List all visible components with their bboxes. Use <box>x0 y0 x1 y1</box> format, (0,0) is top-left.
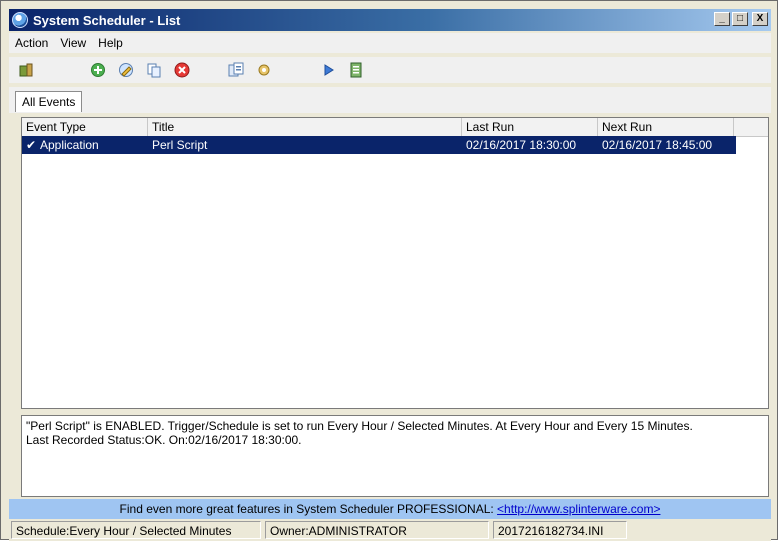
title-bar[interactable]: System Scheduler - List _ □ X <box>9 9 771 31</box>
promo-text: Find even more great features in System … <box>119 502 498 516</box>
window-title: System Scheduler - List <box>33 12 181 28</box>
view-icon[interactable] <box>227 61 245 79</box>
status-schedule: Schedule:Every Hour / Selected Minutes <box>11 521 261 539</box>
close-button[interactable]: X <box>752 12 768 26</box>
clock-icon <box>12 12 28 28</box>
log-icon[interactable] <box>347 61 365 79</box>
run-icon[interactable] <box>319 61 337 79</box>
copy-icon[interactable] <box>145 61 163 79</box>
add-icon[interactable] <box>89 61 107 79</box>
column-event-type[interactable]: Event Type <box>22 118 148 136</box>
tab-all-events[interactable]: All Events <box>15 91 83 112</box>
exit-icon[interactable] <box>17 61 35 79</box>
tab-strip: All Events <box>9 87 771 113</box>
menu-help[interactable]: Help <box>92 36 129 50</box>
promo-banner: Find even more great features in System … <box>9 499 771 519</box>
description-line-2: Last Recorded Status:OK. On:02/16/2017 1… <box>26 433 302 447</box>
app-window: System Scheduler - List _ □ X Action Vie… <box>0 0 778 541</box>
status-bar: Schedule:Every Hour / Selected Minutes O… <box>9 519 771 541</box>
promo-link[interactable]: <http://www.splinterware.com> <box>497 502 660 516</box>
menu-view[interactable]: View <box>54 36 92 50</box>
event-type-cell: Application <box>40 138 99 152</box>
menu-action[interactable]: Action <box>9 36 54 50</box>
event-list[interactable]: Event Type Title Last Run Next Run ✔ App… <box>21 117 769 409</box>
event-description: "Perl Script" is ENABLED. Trigger/Schedu… <box>21 415 769 497</box>
toolbar <box>9 57 771 83</box>
maximize-button[interactable]: □ <box>732 12 748 26</box>
edit-icon[interactable] <box>117 61 135 79</box>
table-row[interactable]: ✔ Application Perl Script 02/16/2017 18:… <box>22 136 736 154</box>
column-title[interactable]: Title <box>148 118 462 136</box>
last-run-cell: 02/16/2017 18:30:00 <box>466 138 577 152</box>
list-header: Event Type Title Last Run Next Run <box>22 118 768 137</box>
next-run-cell: 02/16/2017 18:45:00 <box>602 138 713 152</box>
description-line-1: "Perl Script" is ENABLED. Trigger/Schedu… <box>26 419 693 433</box>
title-cell: Perl Script <box>152 138 208 152</box>
delete-icon[interactable] <box>173 61 191 79</box>
settings-icon[interactable] <box>255 61 273 79</box>
column-filler <box>734 118 768 136</box>
status-owner: Owner:ADMINISTRATOR <box>265 521 489 539</box>
title-controls: _ □ X <box>714 12 768 26</box>
column-next-run[interactable]: Next Run <box>598 118 734 136</box>
status-file: 2017216182734.INI <box>493 521 627 539</box>
column-last-run[interactable]: Last Run <box>462 118 598 136</box>
menu-bar: Action View Help <box>9 33 771 53</box>
minimize-button[interactable]: _ <box>714 12 730 26</box>
